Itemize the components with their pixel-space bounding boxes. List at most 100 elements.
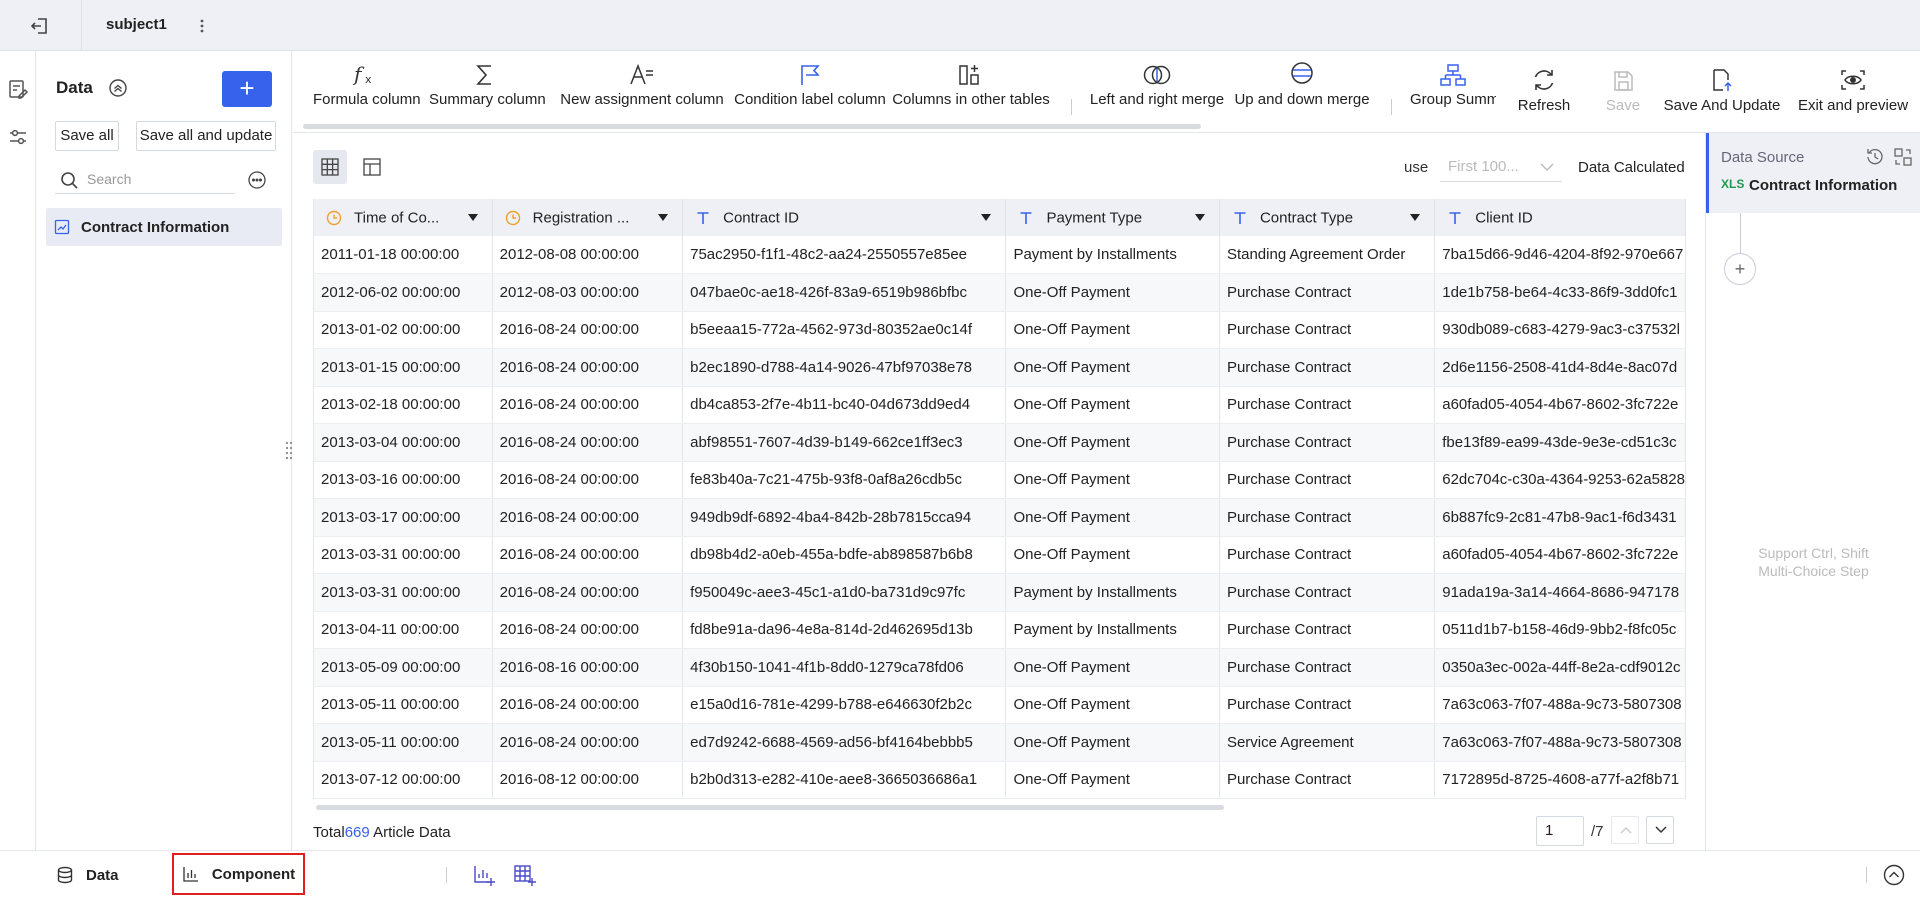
column-menu-icon[interactable]	[658, 214, 669, 221]
table-row[interactable]: 2013-02-18 00:00:00 2016-08-24 00:00:00 db…	[314, 386, 1686, 424]
table-cell[interactable]: 2012-06-02 00:00:00	[314, 273, 493, 312]
table-cell[interactable]: 2016-08-24 00:00:00	[492, 723, 684, 762]
table-cell[interactable]: One-Off Payment	[1005, 723, 1220, 762]
table-cell[interactable]: One-Off Payment	[1005, 311, 1220, 349]
table-cell[interactable]: 2016-08-24 00:00:00	[492, 611, 684, 649]
table-cell[interactable]: fd8be91a-da96-4e8a-814d-2d462695d13b	[682, 611, 1007, 649]
table-cell[interactable]: 2013-04-11 00:00:00	[314, 611, 493, 649]
table-cell[interactable]: 2013-05-11 00:00:00	[314, 686, 493, 724]
more-options-icon[interactable]	[247, 170, 267, 190]
table-cell[interactable]: Payment by Installments	[1005, 573, 1220, 612]
table-cell[interactable]: db4ca853-2f7e-4b11-bc40-04d673dd9ed4	[682, 386, 1007, 424]
toolbar-scrollbar[interactable]	[303, 124, 1201, 129]
table-cell[interactable]: 2013-03-04 00:00:00	[314, 423, 493, 462]
table-cell[interactable]: One-Off Payment	[1005, 386, 1220, 424]
table-cell[interactable]: Payment by Installments	[1005, 611, 1220, 649]
data-edit-icon[interactable]	[7, 78, 29, 100]
table-cell[interactable]: Purchase Contract	[1219, 311, 1436, 349]
table-cell[interactable]: b2ec1890-d788-4a14-9026-47bf97038e78	[682, 348, 1007, 387]
table-cell[interactable]: e15a0d16-781e-4299-b788-e646630f2b2c	[682, 686, 1007, 724]
table-cell[interactable]: Purchase Contract	[1219, 386, 1436, 424]
table-cell[interactable]: 2016-08-24 00:00:00	[492, 348, 684, 387]
table-cell[interactable]: Purchase Contract	[1219, 648, 1436, 687]
group-summary-button[interactable]: Group Summ	[1410, 51, 1496, 133]
table-cell[interactable]: fbe13f89-ea99-43de-9e3e-cd51c3c	[1434, 423, 1686, 462]
table-cell[interactable]: 2013-03-31 00:00:00	[314, 536, 493, 574]
table-row[interactable]: 2013-05-09 00:00:00 2016-08-16 00:00:00 4f…	[314, 648, 1686, 687]
table-cell[interactable]: 2016-08-16 00:00:00	[492, 648, 684, 687]
table-cell[interactable]: 2013-05-09 00:00:00	[314, 648, 493, 687]
condition-label-column-button[interactable]: Condition label column	[731, 51, 889, 133]
table-cell[interactable]: 2016-08-12 00:00:00	[492, 761, 684, 799]
table-cell[interactable]: Purchase Contract	[1219, 273, 1436, 312]
table-row[interactable]: 2013-07-12 00:00:00 2016-08-12 00:00:00 b2…	[314, 761, 1686, 799]
table-cell[interactable]: 6b887fc9-2c81-47b8-9ac1-f6d3431	[1434, 498, 1686, 537]
left-and-right-merge-button[interactable]: Left and right merge	[1089, 51, 1225, 133]
more-vertical-icon[interactable]	[196, 14, 208, 38]
table-cell[interactable]: b2b0d313-e282-410e-aee8-3665036686a1	[682, 761, 1007, 799]
up-and-down-merge-button[interactable]: Up and down merge	[1233, 51, 1371, 133]
table-cell[interactable]: 0511d1b7-b158-46d9-9bb2-f8fc05c	[1434, 611, 1686, 649]
table-row[interactable]: 2013-03-31 00:00:00 2016-08-24 00:00:00 db…	[314, 536, 1686, 574]
data-source-node[interactable]: Data Source XLS Contract Information	[1706, 133, 1920, 213]
column-header[interactable]: Time of Co...	[314, 199, 493, 236]
table-cell[interactable]: Purchase Contract	[1219, 573, 1436, 612]
row-limit-select[interactable]: First 100...	[1440, 152, 1562, 182]
table-cell[interactable]: Payment by Installments	[1005, 236, 1220, 274]
expand-up-icon[interactable]	[1882, 863, 1906, 887]
table-cell[interactable]: 7a63c063-7f07-488a-9c73-5807308	[1434, 686, 1686, 724]
drag-handle-icon[interactable]	[284, 438, 294, 462]
table-cell[interactable]: 4f30b150-1041-4f1b-8dd0-1279ca78fd06	[682, 648, 1007, 687]
table-cell[interactable]: 2013-03-16 00:00:00	[314, 461, 493, 499]
table-cell[interactable]: 949db9df-6892-4ba4-842b-28b7815cca94	[682, 498, 1007, 537]
table-row[interactable]: 2011-01-18 00:00:00 2012-08-08 00:00:00 75…	[314, 236, 1686, 274]
table-cell[interactable]: One-Off Payment	[1005, 498, 1220, 537]
table-cell[interactable]: Purchase Contract	[1219, 611, 1436, 649]
table-cell[interactable]: One-Off Payment	[1005, 461, 1220, 499]
grid-view-button[interactable]	[313, 150, 347, 184]
table-cell[interactable]: One-Off Payment	[1005, 761, 1220, 799]
table-row[interactable]: 2013-05-11 00:00:00 2016-08-24 00:00:00 e1…	[314, 686, 1686, 724]
table-cell[interactable]: 2016-08-24 00:00:00	[492, 498, 684, 537]
tab-component[interactable]: Component	[172, 853, 305, 895]
table-cell[interactable]: 2016-08-24 00:00:00	[492, 573, 684, 612]
table-cell[interactable]: Service Agreement	[1219, 723, 1436, 762]
table-cell[interactable]: 2013-03-31 00:00:00	[314, 573, 493, 612]
column-header[interactable]: Contract Type	[1219, 199, 1436, 236]
table-cell[interactable]: 1de1b758-be64-4c33-86f9-3dd0fc1	[1434, 273, 1686, 312]
save-all-and-update-button[interactable]: Save all and update	[136, 121, 276, 151]
add-step-button[interactable]: +	[1724, 253, 1756, 285]
table-cell[interactable]: 2016-08-24 00:00:00	[492, 461, 684, 499]
table-cell[interactable]: 2016-08-24 00:00:00	[492, 536, 684, 574]
table-cell[interactable]: One-Off Payment	[1005, 348, 1220, 387]
table-cell[interactable]: 62dc704c-c30a-4364-9253-62a5828	[1434, 461, 1686, 499]
table-cell[interactable]: a60fad05-4054-4b67-8602-3fc722e	[1434, 536, 1686, 574]
table-row[interactable]: 2013-03-16 00:00:00 2016-08-24 00:00:00 fe…	[314, 461, 1686, 499]
formula-column-button[interactable]: fx Formula column	[313, 51, 421, 133]
table-row[interactable]: 2013-03-04 00:00:00 2016-08-24 00:00:00 ab…	[314, 423, 1686, 462]
table-cell[interactable]: 2016-08-24 00:00:00	[492, 386, 684, 424]
table-cell[interactable]: One-Off Payment	[1005, 648, 1220, 687]
table-cell[interactable]: 2013-01-02 00:00:00	[314, 311, 493, 349]
table-cell[interactable]: 2016-08-24 00:00:00	[492, 311, 684, 349]
tab-data[interactable]: Data	[56, 851, 119, 899]
table-cell[interactable]: One-Off Payment	[1005, 423, 1220, 462]
table-cell[interactable]: 7a63c063-7f07-488a-9c73-5807308	[1434, 723, 1686, 762]
table-cell[interactable]: Standing Agreement Order	[1219, 236, 1436, 274]
columns-in-other-tables-button[interactable]: Columns in other tables	[891, 51, 1051, 133]
table-cell[interactable]: 2013-07-12 00:00:00	[314, 761, 493, 799]
history-icon[interactable]	[1865, 147, 1885, 167]
table-row[interactable]: 2013-03-31 00:00:00 2016-08-24 00:00:00 f9…	[314, 573, 1686, 612]
table-cell[interactable]: 2012-08-03 00:00:00	[492, 273, 684, 312]
table-row[interactable]: 2013-03-17 00:00:00 2016-08-24 00:00:00 94…	[314, 498, 1686, 537]
search-input[interactable]	[87, 168, 227, 190]
add-data-button[interactable]: +	[222, 71, 272, 107]
page-number-input[interactable]: 1	[1536, 816, 1584, 846]
table-cell[interactable]: 047bae0c-ae18-426f-83a9-6519b986bfbc	[682, 273, 1007, 312]
table-cell[interactable]: 2013-05-11 00:00:00	[314, 723, 493, 762]
table-cell[interactable]: ed7d9242-6688-4569-ad56-bf4164bebbb5	[682, 723, 1007, 762]
table-row[interactable]: 2013-04-11 00:00:00 2016-08-24 00:00:00 fd…	[314, 611, 1686, 649]
collapse-up-icon[interactable]	[108, 78, 128, 98]
table-cell[interactable]: a60fad05-4054-4b67-8602-3fc722e	[1434, 386, 1686, 424]
replace-source-icon[interactable]	[1893, 147, 1913, 167]
